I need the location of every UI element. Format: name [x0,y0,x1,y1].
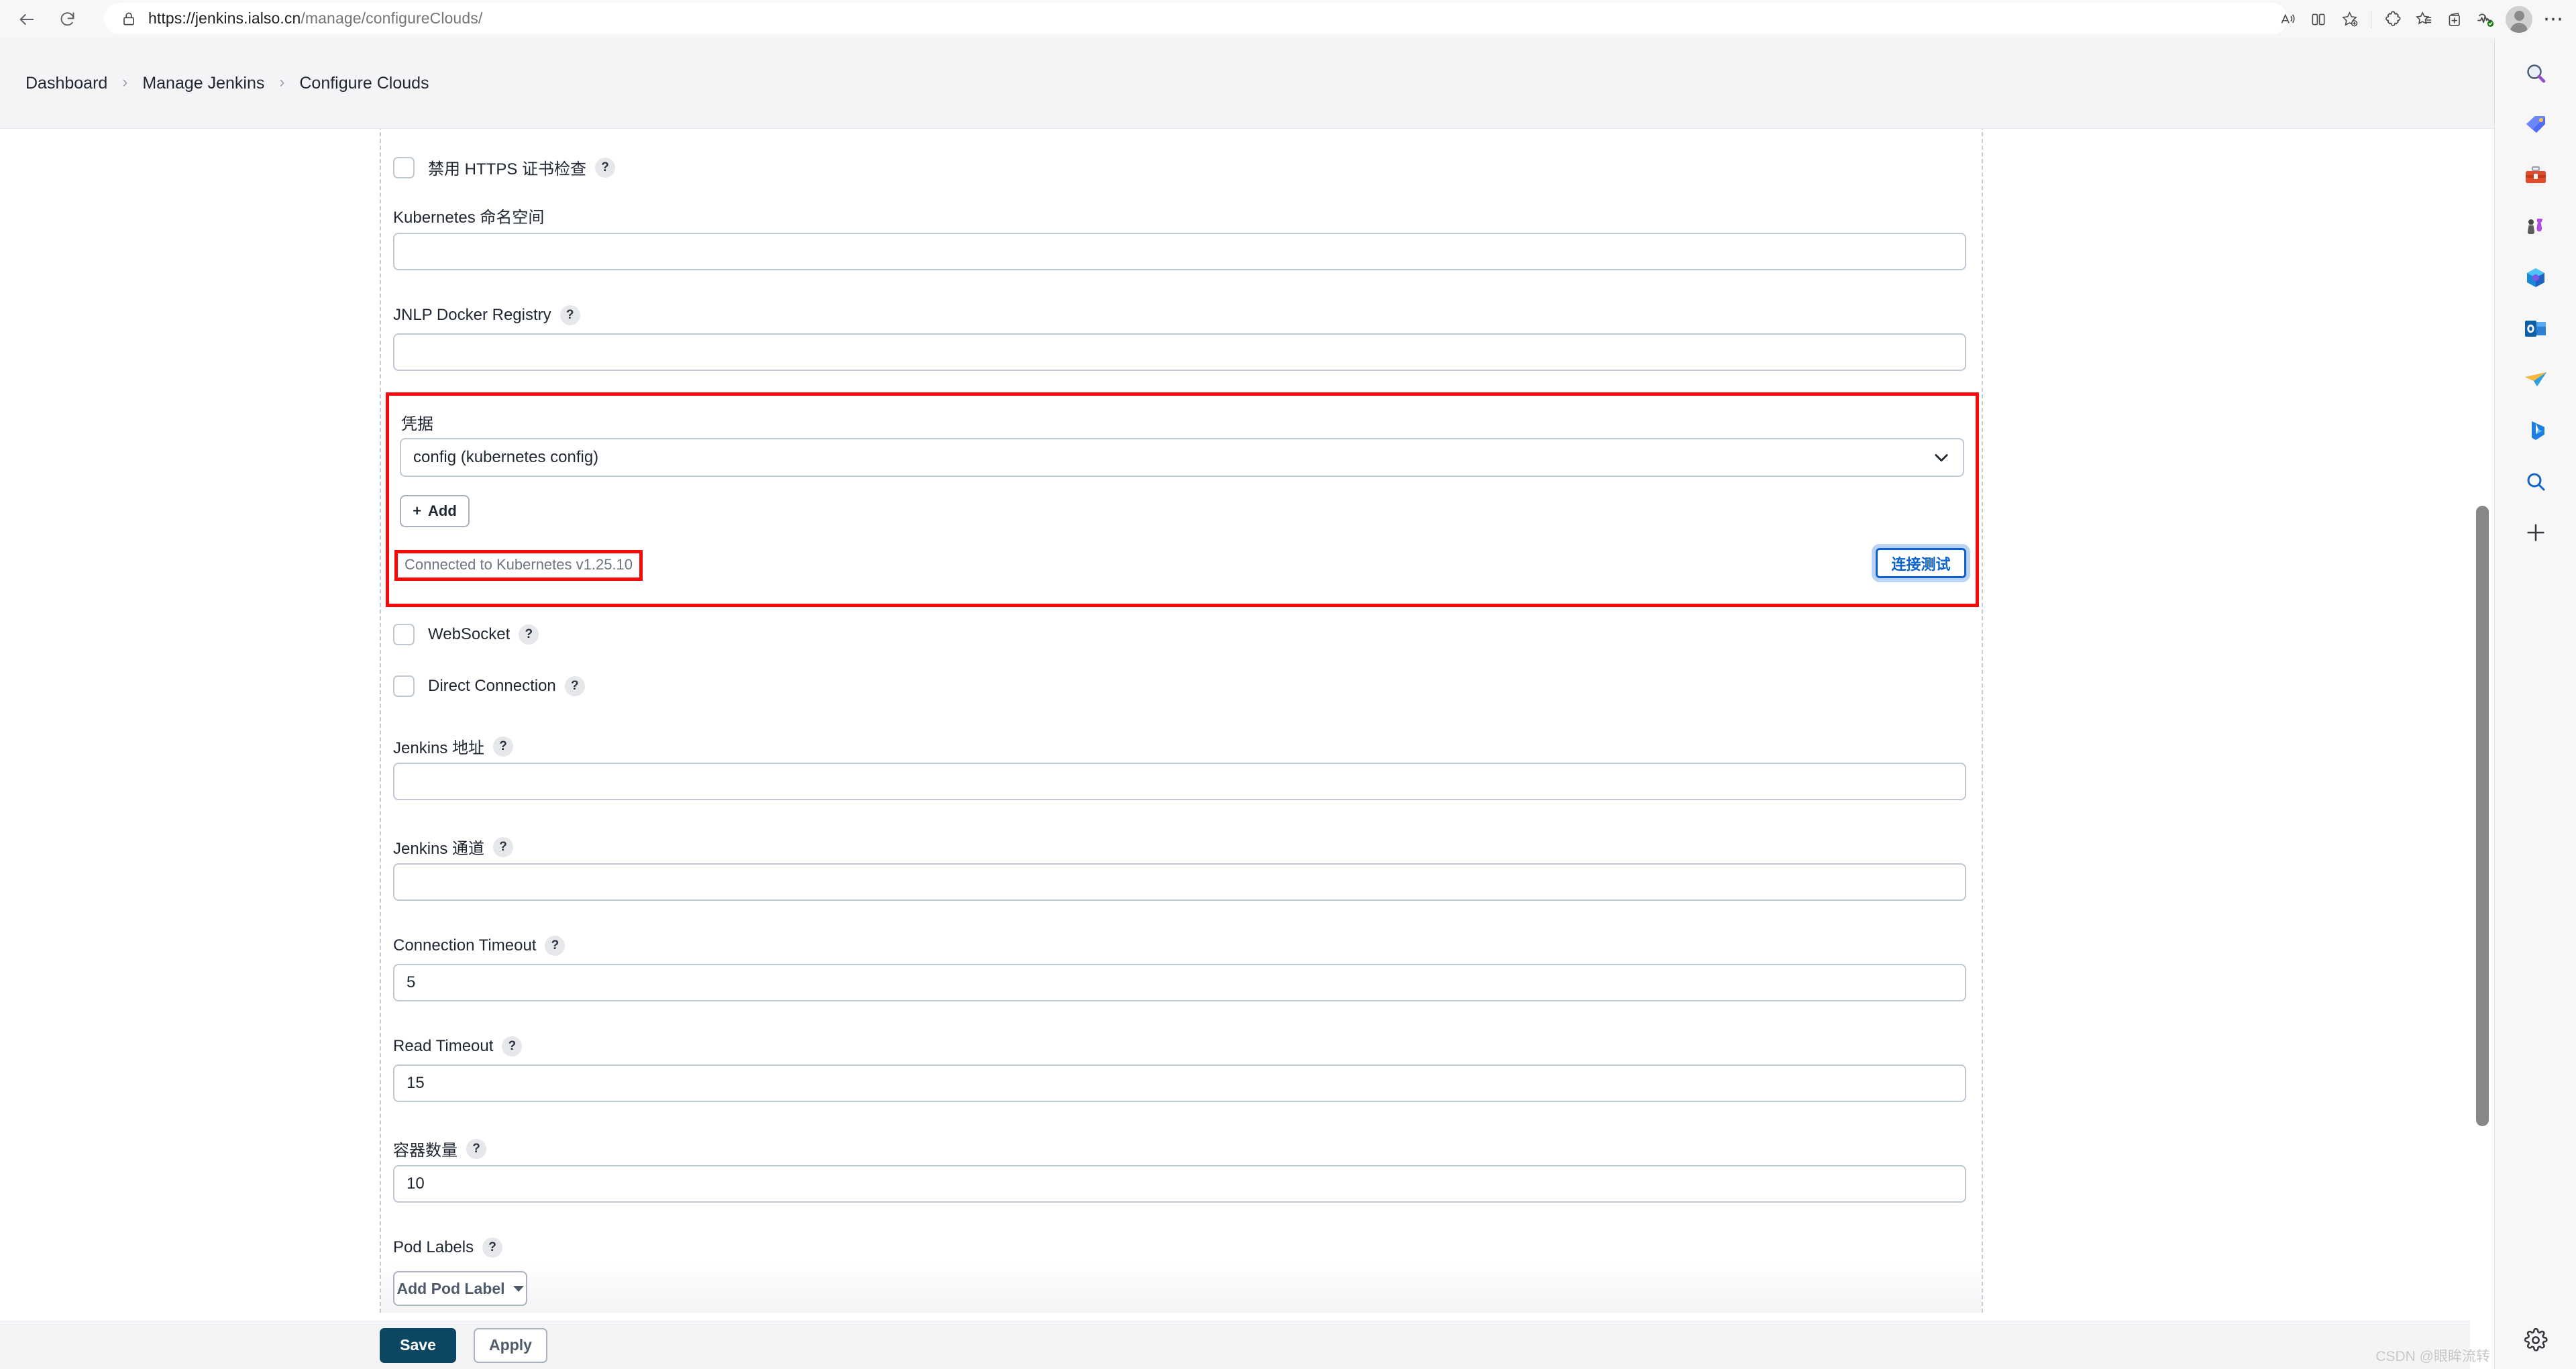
help-icon[interactable]: ? [595,157,616,178]
url-text: https://jenkins.ialso.cn/manage/configur… [148,9,482,28]
microsoft-365-icon[interactable] [2518,260,2554,296]
back-arrow-icon[interactable] [9,2,44,37]
settings-and-more-icon[interactable]: ⋯ [2537,4,2571,35]
breadcrumb-separator: › [279,73,285,91]
disable-https-cert-check-checkbox[interactable] [393,156,415,178]
credentials-selected-value: config (kubernetes config) [413,448,599,466]
help-icon[interactable]: ? [482,1238,503,1258]
connection-timeout-input[interactable]: 5 [393,964,1966,1001]
add-sidebar-icon[interactable] [2518,514,2554,551]
jenkins-tunnel-label: Jenkins 通道 ? [393,835,514,859]
add-pod-label-button[interactable]: Add Pod Label [393,1271,527,1306]
add-credentials-button[interactable]: + Add [400,495,470,527]
url-path: /manage/configureClouds/ [301,9,483,27]
telegram-icon[interactable] [2518,362,2554,398]
kubernetes-namespace-input[interactable] [393,233,1966,270]
tools-toolbox-icon[interactable] [2518,158,2554,194]
bing-icon[interactable] [2518,413,2554,449]
help-icon[interactable]: ? [519,624,539,645]
search-bing-icon[interactable] [2518,463,2554,500]
caret-down-icon [513,1285,524,1292]
sidebar-settings-icon[interactable] [2518,1322,2554,1358]
watermark-text: CSDN @眼眸流转 [2375,1349,2490,1364]
breadcrumb: Dashboard › Manage Jenkins › Configure C… [0,38,2494,129]
kubernetes-namespace-label: Kubernetes 命名空间 [393,209,545,227]
read-aloud-icon[interactable] [2272,4,2303,35]
help-icon[interactable]: ? [502,1036,523,1056]
credentials-label: 凭据 [401,415,433,433]
chevron-down-icon [1932,448,1951,467]
url-origin: https://jenkins.ialso.cn [148,9,301,27]
disable-https-cert-check-label: 禁用 HTTPS 证书检查 ? [428,156,616,179]
save-button[interactable]: Save [380,1327,456,1363]
browser-essentials-icon[interactable] [2470,4,2501,35]
form-footer: Save Apply [0,1321,2494,1369]
direct-connection-checkbox[interactable] [393,675,415,697]
connection-status-highlight: Connected to Kubernetes v1.25.10 [394,550,643,581]
browser-toolbar: https://jenkins.ialso.cn/manage/configur… [0,0,2576,38]
plus-icon: + [413,502,422,519]
help-icon[interactable]: ? [493,736,514,757]
page-scrollbar[interactable] [2470,76,2494,1369]
breadcrumb-item-dashboard[interactable]: Dashboard [25,74,107,93]
jenkins-url-input[interactable] [393,763,1966,800]
breadcrumb-item-configure-clouds[interactable]: Configure Clouds [299,74,429,93]
websocket-row[interactable]: WebSocket ? [393,624,539,645]
extensions-icon[interactable] [2377,4,2408,35]
container-cap-label: 容器数量 ? [393,1137,486,1160]
search-icon[interactable] [2518,56,2554,92]
websocket-label: WebSocket ? [428,624,539,645]
split-screen-icon[interactable] [2303,4,2334,35]
disable-https-cert-check-row[interactable]: 禁用 HTTPS 证书检查 ? [393,156,616,179]
help-icon[interactable]: ? [564,676,585,696]
jnlp-docker-registry-input[interactable] [393,333,1966,371]
connection-timeout-label: Connection Timeout ? [393,936,566,956]
credentials-select[interactable]: config (kubernetes config) [400,438,1964,477]
direct-connection-label: Direct Connection ? [428,676,585,696]
lock-icon [120,10,138,28]
apply-button[interactable]: Apply [474,1327,547,1363]
profile-avatar-icon[interactable] [2506,5,2532,33]
games-icon[interactable] [2518,209,2554,245]
connection-status-text: Connected to Kubernetes v1.25.10 [405,556,633,573]
pod-labels-label: Pod Labels ? [393,1238,503,1258]
favorites-icon[interactable] [2408,4,2439,35]
breadcrumb-separator: › [122,73,128,91]
reload-icon[interactable] [50,2,85,37]
credentials-section: 凭据 config (kubernetes config) + Add Conn… [386,392,1979,607]
direct-connection-row[interactable]: Direct Connection ? [393,675,585,697]
add-credentials-label: Add [428,502,457,519]
help-icon[interactable]: ? [493,836,514,857]
help-icon[interactable]: ? [466,1138,486,1159]
page-viewport: Dashboard › Manage Jenkins › Configure C… [0,38,2494,1369]
help-icon[interactable]: ? [545,936,566,956]
jenkins-tunnel-input[interactable] [393,863,1966,901]
jenkins-url-label: Jenkins 地址 ? [393,734,514,758]
scrollbar-thumb[interactable] [2476,506,2489,1126]
websocket-checkbox[interactable] [393,624,415,645]
container-cap-input[interactable]: 10 [393,1165,1966,1203]
address-bar[interactable]: https://jenkins.ialso.cn/manage/configur… [104,3,2288,34]
test-connection-button[interactable]: 连接测试 [1876,548,1966,578]
add-pod-label-text: Add Pod Label [396,1279,505,1297]
breadcrumb-item-manage-jenkins[interactable]: Manage Jenkins [142,74,264,93]
read-timeout-label: Read Timeout ? [393,1036,523,1056]
outlook-icon[interactable] [2518,311,2554,347]
read-timeout-input[interactable]: 15 [393,1064,1966,1102]
jnlp-docker-registry-label: JNLP Docker Registry ? [393,305,580,325]
add-favorite-icon[interactable] [2334,4,2365,35]
collections-icon[interactable] [2439,4,2470,35]
browser-action-icons: ⋯ [2272,0,2576,38]
help-icon[interactable]: ? [559,305,580,325]
edge-sidebar [2494,38,2576,1369]
form-fade [381,1260,1982,1313]
shopping-tag-icon[interactable] [2518,107,2554,143]
